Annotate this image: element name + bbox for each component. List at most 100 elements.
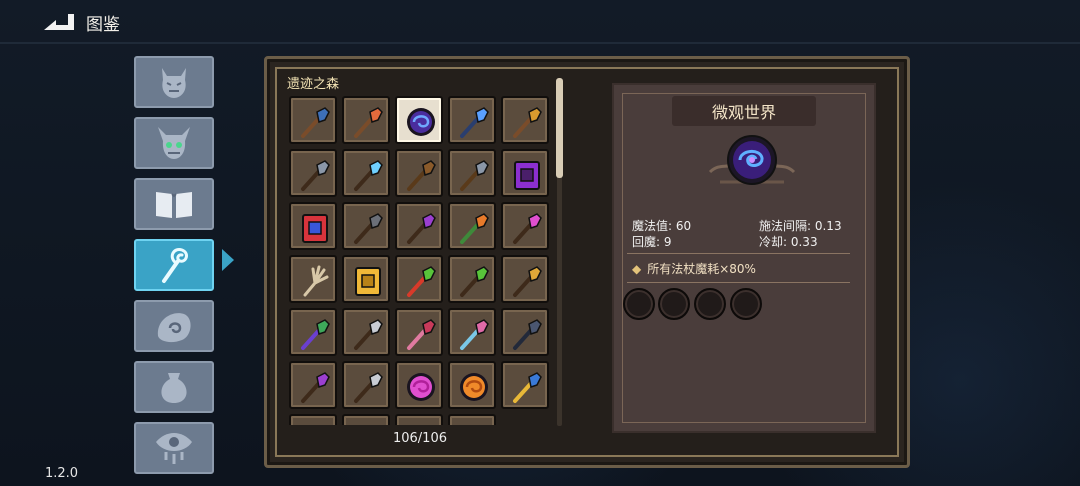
stat-mana: 魔法值: 60 [632, 219, 692, 233]
item-slot[interactable] [289, 149, 337, 197]
scrollbar-thumb[interactable] [556, 78, 563, 178]
golden-mace-icon [513, 107, 542, 138]
leaf-staff-icon [301, 319, 330, 350]
dark-club-icon [513, 319, 542, 350]
item-slot[interactable] [448, 414, 496, 425]
tab-spells[interactable] [134, 300, 214, 352]
item-slot[interactable] [448, 255, 496, 303]
item-slot[interactable] [501, 255, 549, 303]
item-slot[interactable] [501, 202, 549, 250]
item-slot[interactable] [501, 361, 549, 409]
active-tab-arrow-icon [222, 249, 234, 271]
item-slot[interactable] [395, 255, 443, 303]
tab-items[interactable] [134, 361, 214, 413]
violet-flower-wand-icon [301, 372, 330, 403]
effect-line: ◆ 所有法杖魔耗×80% [632, 260, 756, 277]
item-slot[interactable] [342, 149, 390, 197]
item-slot[interactable] [289, 202, 337, 250]
book-icon [156, 192, 192, 218]
gem-slot[interactable] [730, 288, 762, 320]
spell-rune-icon [157, 313, 191, 343]
vortex-orb-icon [708, 135, 796, 185]
item-grid [287, 95, 557, 425]
item-slot[interactable] [289, 96, 337, 144]
item-slot[interactable] [289, 308, 337, 356]
green-leaf-blade-icon [407, 266, 436, 297]
stat-mana-regen: 回魔: 9 [632, 235, 672, 249]
amber-crook-icon [401, 420, 441, 425]
item-slot[interactable] [395, 149, 443, 197]
demon-face-icon [162, 68, 186, 98]
pink-swirl-orb-icon [407, 373, 435, 401]
item-slot[interactable] [448, 202, 496, 250]
item-slot[interactable] [395, 202, 443, 250]
gem-slot[interactable] [658, 288, 690, 320]
item-slot[interactable] [342, 308, 390, 356]
fire-staff-icon [460, 213, 489, 244]
divider-bottom [627, 282, 850, 283]
trident-staff-icon [460, 160, 489, 191]
golden-ring-staff-icon [513, 266, 542, 297]
version-label: 1.2.0 [45, 466, 79, 481]
divider-top [627, 253, 850, 254]
blue-sword-icon [460, 107, 489, 138]
item-slot[interactable] [289, 414, 337, 425]
gem-slot[interactable] [623, 288, 655, 320]
stat-cast-interval: 施法间隔: 0.13 [759, 219, 842, 233]
item-slot[interactable] [342, 255, 390, 303]
staff-icon [162, 247, 188, 283]
back-arrow-icon [44, 14, 74, 30]
diamond-bullet-icon: ◆ [632, 262, 642, 276]
item-slot[interactable] [501, 308, 549, 356]
item-slot[interactable] [395, 414, 443, 425]
item-slot[interactable] [342, 361, 390, 409]
purple-tome-icon [514, 161, 540, 190]
item-slot[interactable] [289, 255, 337, 303]
carrot-sword-icon [354, 107, 383, 138]
tab-monsters[interactable] [134, 56, 214, 108]
page-title: 图鉴 [86, 15, 120, 35]
rainbow-sword-icon [513, 372, 542, 403]
item-slot[interactable] [501, 96, 549, 144]
tab-bosses[interactable] [134, 117, 214, 169]
pink-orb-staff-icon [513, 213, 542, 244]
golden-book-icon [355, 267, 381, 296]
back-button[interactable] [40, 8, 80, 34]
rose-wand-icon [460, 319, 489, 350]
boss-skull-icon [158, 127, 190, 159]
pink-crystal-icon [295, 420, 335, 425]
tab-staves[interactable] [134, 239, 214, 291]
tab-curses[interactable] [134, 422, 214, 474]
item-name: 微观世界 [672, 96, 816, 126]
effect-text: 所有法杖魔耗×80% [647, 262, 756, 276]
item-slot[interactable] [395, 361, 443, 409]
vortex-orb-icon [407, 108, 435, 136]
item-slot[interactable] [289, 361, 337, 409]
orange-swirl-orb-icon [460, 373, 488, 401]
purple-crook-icon [407, 213, 436, 244]
pink-horn-icon [348, 420, 388, 425]
item-slot[interactable] [342, 414, 390, 425]
top-bar: 图鉴 [0, 0, 1080, 44]
hammer-staff-icon [354, 213, 383, 244]
tab-books[interactable] [134, 178, 214, 230]
item-slot[interactable] [448, 149, 496, 197]
item-slot[interactable] [448, 361, 496, 409]
item-slot[interactable] [501, 149, 549, 197]
item-slot[interactable] [395, 96, 443, 144]
ice-trident-icon [354, 372, 383, 403]
crystal-staff-icon [354, 160, 383, 191]
item-slot[interactable] [448, 308, 496, 356]
potion-bag-icon [161, 373, 187, 403]
red-spellbook-icon [302, 214, 328, 243]
item-slot[interactable] [448, 96, 496, 144]
area-title: 遗迹之森 [287, 77, 340, 92]
item-slot[interactable] [342, 202, 390, 250]
bone-hand-icon [303, 265, 329, 297]
gem-slot[interactable] [694, 288, 726, 320]
stat-cooldown: 冷却: 0.33 [759, 235, 818, 249]
green-leaf-dagger-icon [460, 266, 489, 297]
item-slot[interactable] [342, 96, 390, 144]
item-slot[interactable] [395, 308, 443, 356]
wooden-crook-icon [407, 160, 436, 191]
